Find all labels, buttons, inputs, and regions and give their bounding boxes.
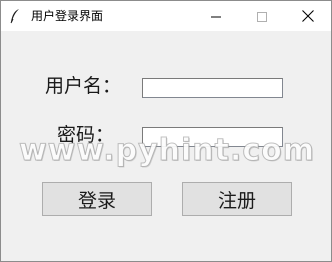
login-window: 用户登录界面 用户名： 密码： 登录 注册 www.pyhint.com (0, 0, 332, 262)
title-bar[interactable]: 用户登录界面 (1, 1, 331, 31)
feather-icon (9, 8, 21, 24)
username-input[interactable] (142, 78, 283, 98)
minimize-button[interactable] (193, 1, 239, 31)
window-title: 用户登录界面 (31, 9, 104, 23)
close-icon (302, 7, 314, 26)
register-button[interactable]: 注册 (182, 182, 292, 216)
close-button[interactable] (285, 1, 331, 31)
minimize-icon (211, 7, 221, 26)
password-label: 密码： (57, 124, 115, 146)
password-input[interactable] (142, 127, 283, 147)
maximize-icon (257, 7, 267, 26)
maximize-button[interactable] (239, 1, 285, 31)
login-button[interactable]: 登录 (42, 182, 152, 216)
username-label: 用户名： (45, 75, 122, 97)
